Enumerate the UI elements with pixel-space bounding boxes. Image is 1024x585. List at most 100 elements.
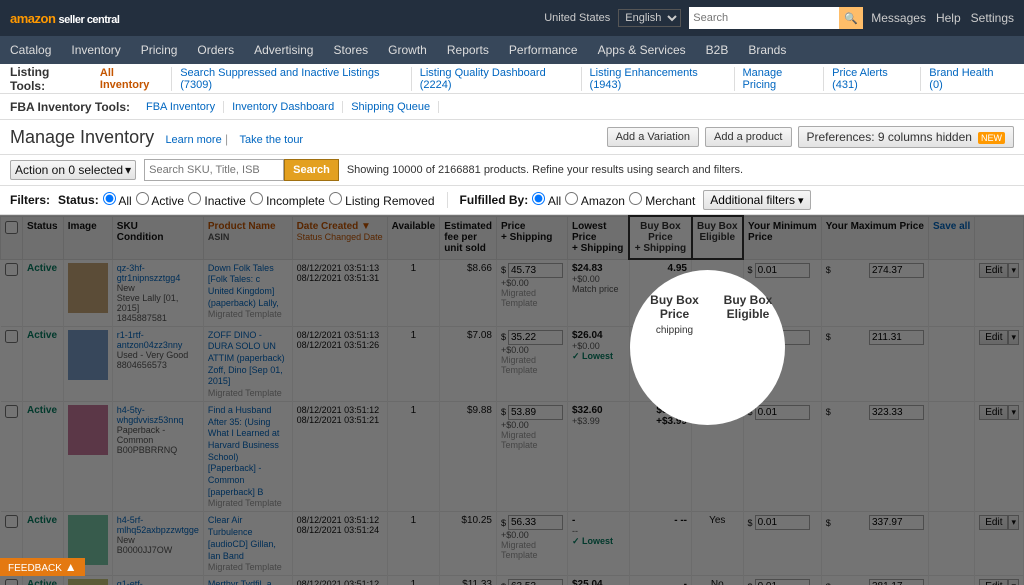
nav-stores[interactable]: Stores [333, 43, 368, 57]
row-checkbox[interactable] [5, 515, 18, 528]
min-price-input[interactable] [755, 405, 810, 420]
tab-price-alerts[interactable]: Price Alerts (431) [824, 67, 921, 91]
feedback-button[interactable]: FEEDBACK ▲ [0, 558, 85, 576]
row-checkbox[interactable] [5, 263, 18, 276]
nav-pricing[interactable]: Pricing [141, 43, 178, 57]
edit-button[interactable]: Edit [979, 515, 1008, 530]
status-active[interactable]: Active [136, 192, 184, 208]
row-checkbox[interactable] [5, 330, 18, 343]
col-date-header[interactable]: Date Created ▼Status Changed Date [292, 216, 387, 259]
price-input[interactable] [508, 263, 563, 278]
nav-reports[interactable]: Reports [447, 43, 489, 57]
product-name-link[interactable]: Merthyr Tydfil, a valley community [h ar… [208, 579, 288, 585]
edit-button[interactable]: Edit [979, 263, 1008, 278]
product-name-link[interactable]: Down Folk Tales [Folk Tales: c United Ki… [208, 263, 288, 310]
product-name-link[interactable]: ZOFF DINO - DURA SOLO UN ATTIM (paperbac… [208, 330, 288, 388]
nav-growth[interactable]: Growth [388, 43, 427, 57]
min-price-input[interactable] [755, 579, 810, 585]
tab-fba-inventory[interactable]: FBA Inventory [138, 101, 224, 113]
product-name-link[interactable]: Find a Husband After 35: (Using What I L… [208, 405, 288, 499]
min-price-input[interactable] [755, 330, 810, 345]
migrated-template2: Migrated Template [501, 355, 563, 375]
tab-all-inventory[interactable]: All Inventory [92, 67, 172, 91]
preferences-button[interactable]: Preferences: 9 columns hidden NEW [798, 126, 1015, 148]
tab-inventory-dashboard[interactable]: Inventory Dashboard [224, 101, 343, 113]
max-price-input[interactable] [869, 330, 924, 345]
row-checkbox[interactable] [5, 579, 18, 585]
row-product-name: ZOFF DINO - DURA SOLO UN ATTIM (paperbac… [203, 326, 292, 401]
learn-more-link[interactable]: Learn more [165, 134, 221, 146]
nav-catalog[interactable]: Catalog [10, 43, 51, 57]
status-all[interactable]: All [103, 192, 132, 208]
product-name-link[interactable]: Clear Air Turbulence [audioCD] Gillan, I… [208, 515, 288, 562]
nav-inventory[interactable]: Inventory [71, 43, 120, 57]
price-input[interactable] [508, 405, 563, 420]
max-price-input[interactable] [869, 405, 924, 420]
table-row: Active qz-3hf-gtr1nipnszztgg4 New Steve … [1, 259, 1024, 326]
edit-dropdown-arrow[interactable]: ▾ [1008, 263, 1019, 278]
nav-advertising[interactable]: Advertising [254, 43, 313, 57]
edit-dropdown-arrow[interactable]: ▾ [1008, 330, 1019, 345]
edit-dropdown-arrow[interactable]: ▾ [1008, 579, 1019, 585]
tab-brand-health[interactable]: Brand Health (0) [921, 67, 1014, 91]
nav-performance[interactable]: Performance [509, 43, 578, 57]
sku-link[interactable]: h4-5ty-whgdvvisz53nnq [117, 405, 199, 425]
max-price-input[interactable] [869, 515, 924, 530]
sku-link[interactable]: h4-5rf-mlhq52axbpzzwtgge [117, 515, 199, 535]
min-price-input[interactable] [755, 515, 810, 530]
edit-button[interactable]: Edit [979, 330, 1008, 345]
nav-orders[interactable]: Orders [197, 43, 234, 57]
row-product-name: Find a Husband After 35: (Using What I L… [203, 401, 292, 512]
sku-search-button[interactable]: Search [284, 159, 339, 181]
action-select[interactable]: Action on 0 selected ▾ [10, 160, 136, 180]
take-tour-link[interactable]: Take the tour [240, 134, 304, 146]
top-search-input[interactable] [689, 7, 839, 29]
fulfilled-amazon[interactable]: Amazon [565, 192, 625, 208]
row-max-price: $ [821, 512, 928, 576]
tab-manage-pricing[interactable]: Manage Pricing [735, 67, 825, 91]
status-removed[interactable]: Listing Removed [329, 192, 435, 208]
tab-suppressed[interactable]: Search Suppressed and Inactive Listings … [172, 67, 412, 91]
top-search-button[interactable]: 🔍 [839, 7, 863, 29]
main-navigation: Catalog Inventory Pricing Orders Adverti… [0, 36, 1024, 64]
language-selector[interactable]: English [618, 9, 681, 27]
price-input[interactable] [508, 579, 563, 585]
edit-dropdown-arrow[interactable]: ▾ [1008, 515, 1019, 530]
price-input[interactable] [508, 515, 563, 530]
amazon-logo: amazon seller central [10, 11, 119, 26]
status-incomplete[interactable]: Incomplete [250, 192, 325, 208]
save-all-link[interactable]: Save all [933, 221, 970, 232]
row-fee: $8.66 [440, 259, 497, 326]
nav-brands[interactable]: Brands [748, 43, 786, 57]
nav-b2b[interactable]: B2B [706, 43, 729, 57]
messages-link[interactable]: Messages [871, 11, 926, 25]
price-input[interactable] [508, 330, 563, 345]
max-price-input[interactable] [869, 579, 924, 585]
additional-filters-button[interactable]: Additional filters ▾ [703, 190, 810, 210]
sku-search-input[interactable] [144, 159, 284, 181]
max-price-input[interactable] [869, 263, 924, 278]
fulfilled-merchant[interactable]: Merchant [629, 192, 695, 208]
row-status: Active [23, 326, 64, 401]
help-link[interactable]: Help [936, 11, 961, 25]
row-checkbox[interactable] [5, 405, 18, 418]
fulfilled-all[interactable]: All [532, 192, 561, 208]
settings-link[interactable]: Settings [971, 11, 1014, 25]
nav-apps[interactable]: Apps & Services [598, 43, 686, 57]
edit-button[interactable]: Edit [979, 579, 1008, 585]
tab-enhancements[interactable]: Listing Enhancements (1943) [582, 67, 735, 91]
sku-link[interactable]: q1-etf-gxq4hnsgznzzfrnnq [117, 579, 199, 585]
tab-shipping-queue[interactable]: Shipping Queue [343, 101, 439, 113]
add-variation-button[interactable]: Add a Variation [607, 127, 699, 147]
select-all-checkbox[interactable] [5, 221, 18, 234]
status-inactive[interactable]: Inactive [188, 192, 246, 208]
sku-link[interactable]: r1-1rtf-antzon04zz3nny [117, 330, 199, 350]
edit-button[interactable]: Edit [979, 405, 1008, 420]
sku-link[interactable]: qz-3hf-gtr1nipnszztgg4 [117, 263, 199, 283]
add-product-button[interactable]: Add a product [705, 127, 792, 147]
tab-quality[interactable]: Listing Quality Dashboard (2224) [412, 67, 582, 91]
edit-dropdown-arrow[interactable]: ▾ [1008, 405, 1019, 420]
row-buybox-price: 4.95 [629, 259, 691, 326]
min-price-input[interactable] [755, 263, 810, 278]
status-label: Status: [58, 193, 99, 207]
